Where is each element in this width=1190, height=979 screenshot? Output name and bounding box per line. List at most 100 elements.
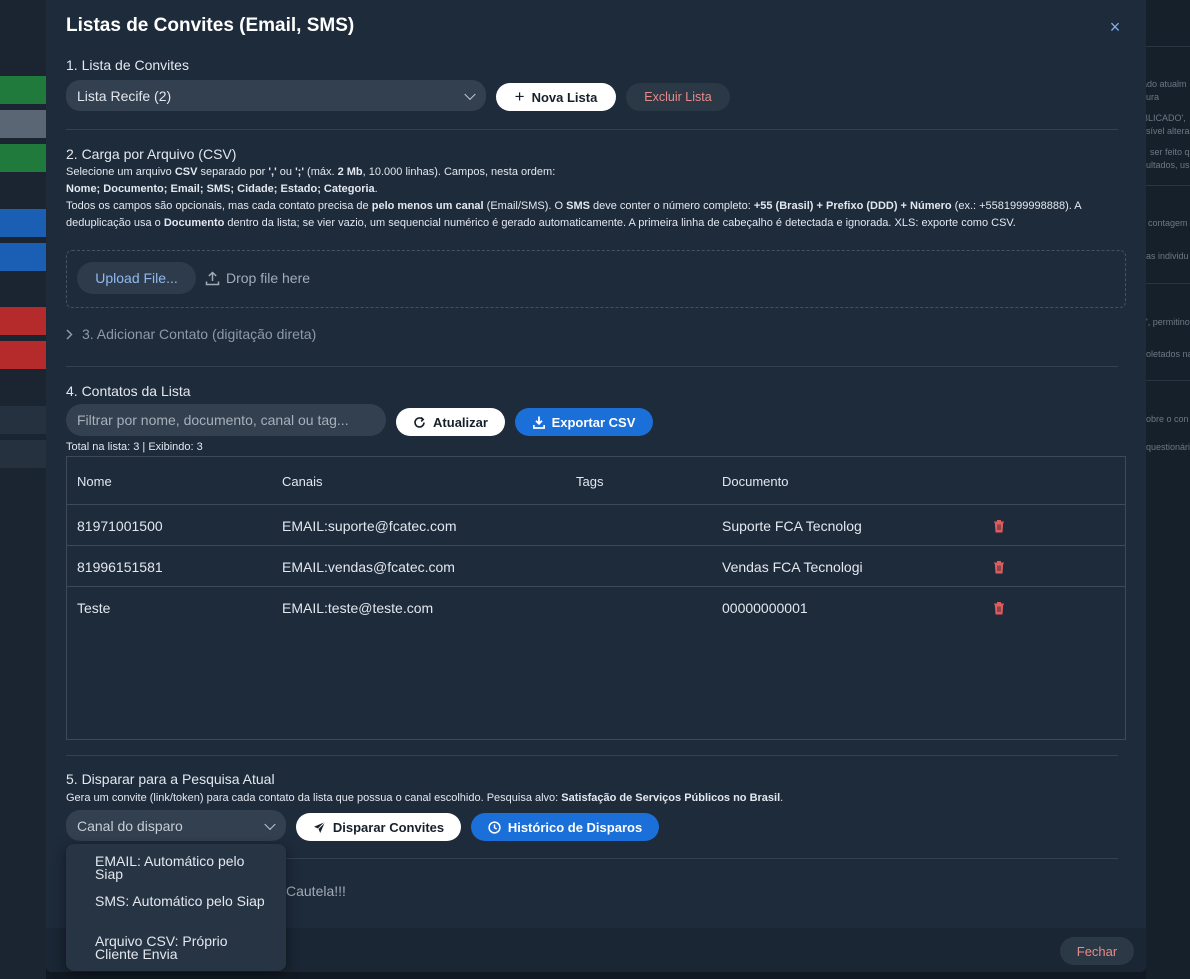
section-dispatch-title: 5. Disparar para a Pesquisa Atual [66, 771, 275, 787]
file-dropzone[interactable]: Upload File... Drop file here [66, 250, 1126, 308]
cell-nome: Teste [77, 600, 111, 616]
bg-text: as individu [1146, 251, 1189, 261]
export-csv-label: Exportar CSV [551, 414, 636, 430]
upload-icon [205, 270, 220, 285]
bg-text: questionári [1146, 442, 1190, 452]
bg-divider [1146, 380, 1190, 381]
cell-documento: 00000000001 [722, 600, 808, 616]
contacts-total: Total na lista: 3 | Exibindo: 3 [66, 441, 203, 453]
download-icon [532, 416, 545, 429]
trash-icon[interactable] [993, 560, 1005, 574]
contacts-table: Nome Canais Tags Documento 81971001500 E… [66, 456, 1126, 740]
dispatch-description: Gera um convite (link/token) para cada c… [66, 792, 784, 804]
column-header-documento[interactable]: Documento [722, 474, 788, 489]
bg-divider [1146, 185, 1190, 186]
close-icon[interactable]: × [1106, 18, 1124, 36]
list-select-value: Lista Recife (2) [77, 87, 172, 104]
bg-divider [1146, 46, 1190, 47]
bg-red-strip [0, 307, 46, 335]
section-list-title: 1. Lista de Convites [66, 57, 189, 73]
dispatch-invites-button[interactable]: Disparar Convites [296, 813, 461, 841]
column-header-nome[interactable]: Nome [77, 474, 112, 489]
bg-text: BLICADO', [1146, 113, 1186, 123]
contacts-filter-input[interactable] [66, 404, 386, 436]
dispatch-history-label: Histórico de Disparos [507, 819, 643, 835]
bg-dark-strip [0, 406, 46, 434]
trash-icon[interactable] [993, 601, 1005, 615]
bg-text: ado atualm [1146, 79, 1187, 89]
cell-canais: EMAIL:vendas@fcatec.com [282, 559, 455, 575]
background-left-panel [0, 0, 46, 979]
drop-file-area: Drop file here [205, 270, 310, 286]
cell-nome: 81971001500 [77, 518, 163, 534]
column-header-tags[interactable]: Tags [576, 474, 603, 489]
channel-option-csv[interactable]: Arquivo CSV: Próprio Cliente Envia [95, 934, 265, 961]
bg-gray-strip [0, 110, 46, 138]
channel-option-email[interactable]: EMAIL: Automático pelo Siap [95, 854, 265, 881]
channel-select-placeholder: Canal do disparo [77, 817, 183, 834]
section-csv-title: 2. Carga por Arquivo (CSV) [66, 146, 237, 162]
bg-text: ser feito q [1150, 147, 1190, 157]
divider [66, 755, 1118, 756]
bg-text: ura [1146, 92, 1160, 102]
bg-text: ultados, us [1146, 160, 1190, 170]
channel-dropdown-menu: EMAIL: Automático pelo Siap SMS: Automát… [66, 844, 286, 971]
bg-divider [1146, 283, 1190, 284]
channel-select[interactable]: Canal do disparo [66, 810, 286, 841]
bg-text: obre o con [1146, 414, 1189, 424]
cell-nome: 81996151581 [77, 559, 163, 575]
refresh-button[interactable]: Atualizar [396, 408, 505, 436]
chevron-down-icon [464, 88, 476, 100]
bg-text: oletados na [1146, 349, 1190, 359]
channel-option-sms[interactable]: SMS: Automático pelo Siap [95, 894, 265, 908]
bg-blue-strip [0, 209, 46, 237]
cell-documento: Suporte FCA Tecnolog [722, 518, 862, 534]
modal-title: Listas de Convites (Email, SMS) [66, 15, 355, 36]
refresh-label: Atualizar [433, 414, 488, 430]
dispatch-history-button[interactable]: Histórico de Disparos [471, 813, 659, 841]
new-list-label: Nova Lista [531, 89, 598, 105]
add-contact-label: 3. Adicionar Contato (digitação direta) [82, 326, 317, 342]
bg-green-strip [0, 76, 46, 104]
new-list-button[interactable]: + Nova Lista [496, 83, 616, 111]
bg-green-strip [0, 144, 46, 172]
upload-file-button[interactable]: Upload File... [77, 262, 196, 294]
bg-blue-strip [0, 243, 46, 271]
table-row: Teste EMAIL:teste@teste.com 00000000001 [67, 587, 1125, 628]
csv-instructions-line: Selecione um arquivo CSV separado por ',… [66, 166, 556, 178]
column-header-canais[interactable]: Canais [282, 474, 322, 489]
trash-icon[interactable] [993, 519, 1005, 533]
background-right-panel: ado atualm ura BLICADO', sível altera se… [1146, 0, 1190, 979]
chevron-down-icon [264, 818, 276, 830]
refresh-icon [414, 416, 425, 428]
csv-fields-line: Nome; Documento; Email; SMS; Cidade; Est… [66, 183, 378, 195]
table-row: 81971001500 EMAIL:suporte@fcatec.com Sup… [67, 505, 1125, 546]
delete-list-button[interactable]: Excluir Lista [626, 83, 730, 111]
csv-instructions: Selecione um arquivo CSV separado por ',… [66, 164, 1126, 232]
drop-file-label: Drop file here [226, 270, 311, 286]
invite-lists-modal: Listas de Convites (Email, SMS) × 1. Lis… [46, 0, 1146, 972]
bg-text: sível altera [1146, 126, 1190, 136]
plus-icon: + [514, 87, 525, 106]
cell-canais: EMAIL:teste@teste.com [282, 600, 434, 616]
bg-red-strip [0, 341, 46, 369]
divider [66, 129, 1118, 130]
bg-text: ', permitino [1146, 317, 1190, 327]
section-contacts-title: 4. Contatos da Lista [66, 383, 191, 399]
divider [66, 366, 1118, 367]
dispatch-invites-label: Disparar Convites [332, 819, 445, 835]
table-header: Nome Canais Tags Documento [67, 457, 1125, 505]
export-csv-button[interactable]: Exportar CSV [515, 408, 653, 436]
list-select[interactable]: Lista Recife (2) [66, 80, 486, 111]
send-icon [313, 821, 326, 833]
table-row: 81996151581 EMAIL:vendas@fcatec.com Vend… [67, 546, 1125, 587]
cell-canais: EMAIL:suporte@fcatec.com [282, 518, 457, 534]
chevron-right-icon [66, 328, 73, 340]
cell-documento: Vendas FCA Tecnologi [722, 559, 863, 575]
csv-rules-line: Todos os campos são opcionais, mas cada … [66, 200, 1081, 229]
bg-text: contagem [1148, 218, 1188, 228]
add-contact-toggle[interactable]: 3. Adicionar Contato (digitação direta) [66, 326, 316, 342]
bg-dark-strip [0, 440, 46, 468]
caution-text: Cautela!!! [286, 883, 346, 899]
close-modal-button[interactable]: Fechar [1060, 937, 1134, 965]
